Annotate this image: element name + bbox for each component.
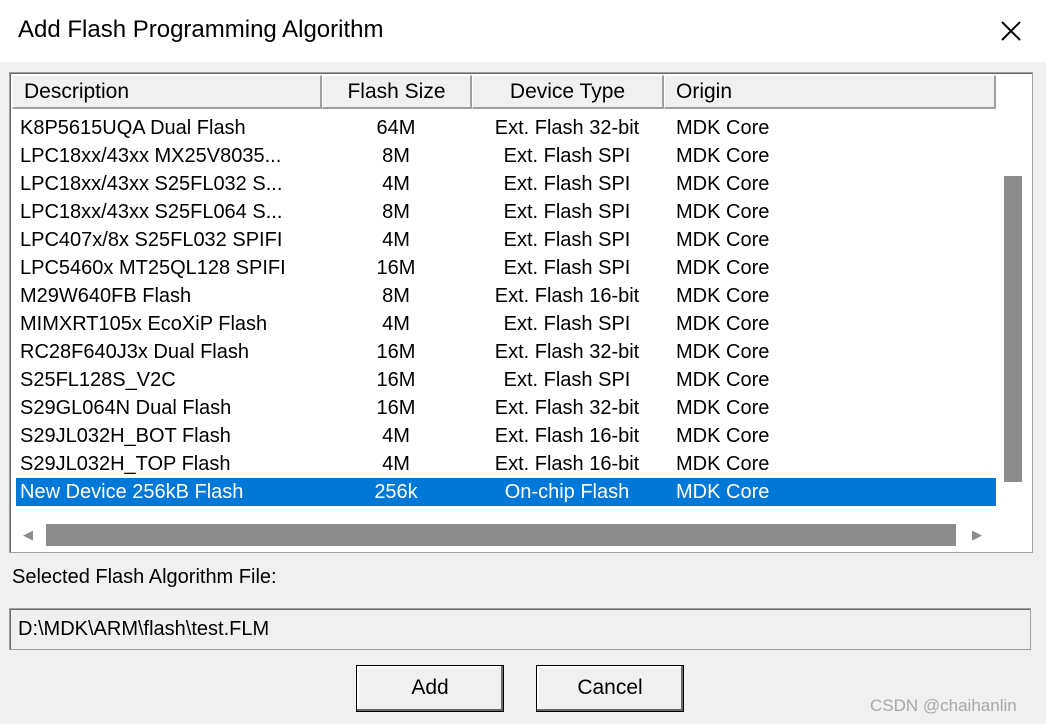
cancel-button[interactable]: Cancel: [536, 665, 684, 712]
row-origin: MDK Core: [676, 145, 770, 167]
row-flash-size: 4M: [382, 229, 410, 251]
row-device-type: Ext. Flash 16-bit: [494, 425, 640, 447]
row-description: K8P5615UQA Dual Flash: [20, 117, 246, 139]
row-description: S29JL032H_TOP Flash: [20, 453, 231, 475]
row-origin: MDK Core: [676, 425, 770, 447]
row-device-type: Ext. Flash 16-bit: [494, 453, 640, 475]
row-flash-size: 16M: [376, 257, 416, 279]
row-origin: MDK Core: [676, 369, 770, 391]
row-flash-size: 16M: [376, 397, 416, 419]
row-origin: MDK Core: [676, 117, 770, 139]
row-origin: MDK Core: [676, 201, 770, 223]
row-device-type: Ext. Flash 32-bit: [494, 341, 640, 363]
table-row[interactable]: New Device 256kB Flash 256k On-chip Flash M…: [16, 478, 996, 506]
table-row[interactable]: LPC18xx/43xx S25FL064 S... 8M Ext. Flash S…: [16, 198, 996, 226]
row-description: LPC407x/8x S25FL032 SPIFI: [20, 229, 283, 251]
column-header-flash-size[interactable]: Flash Size: [322, 75, 472, 109]
row-flash-size: 4M: [382, 425, 410, 447]
table-row[interactable]: S29GL064N Dual Flash 16M Ext. Flash 32-bit…: [16, 394, 996, 422]
table-row[interactable]: RC28F640J3x Dual Flash 16M Ext. Flash 32-b…: [16, 338, 996, 366]
row-device-type: Ext. Flash SPI: [503, 145, 631, 167]
selected-file-label: Selected Flash Algorithm File:: [12, 566, 277, 588]
row-flash-size: 16M: [376, 341, 416, 363]
table-row[interactable]: S29JL032H_TOP Flash 4M Ext. Flash 16-bit MD…: [16, 450, 996, 478]
watermark: CSDN @chaihanlin: [870, 696, 1017, 715]
row-origin: MDK Core: [676, 453, 770, 475]
row-flash-size: 8M: [382, 285, 410, 307]
row-origin: MDK Core: [676, 313, 770, 335]
row-flash-size: 64M: [376, 117, 416, 139]
row-origin: MDK Core: [676, 285, 770, 307]
close-button[interactable]: [988, 8, 1034, 54]
row-device-type: Ext. Flash SPI: [503, 369, 631, 391]
row-flash-size: 16M: [376, 369, 416, 391]
row-description: M29W640FB Flash: [20, 285, 192, 307]
row-origin: MDK Core: [676, 257, 770, 279]
scroll-left-arrow-icon[interactable]: ◀: [16, 524, 40, 546]
list-header: Description Flash Size Device Type Origi…: [12, 75, 996, 109]
row-description: RC28F640J3x Dual Flash: [20, 341, 249, 363]
row-description: S29JL032H_BOT Flash: [20, 425, 231, 447]
table-row[interactable]: S29JL032H_BOT Flash 4M Ext. Flash 16-bit MD…: [16, 422, 996, 450]
row-flash-size: 256k: [374, 481, 418, 503]
row-description: MIMXRT105x EcoXiP Flash: [20, 313, 268, 335]
row-description: LPC18xx/43xx S25FL032 S...: [20, 173, 283, 195]
row-origin: MDK Core: [676, 173, 770, 195]
window-title: Add Flash Programming Algorithm: [18, 16, 384, 43]
row-flash-size: 4M: [382, 313, 410, 335]
row-device-type: Ext. Flash SPI: [503, 173, 631, 195]
selected-file-field: D:\MDK\ARM\flash\test.FLM: [9, 608, 1031, 650]
row-device-type: Ext. Flash SPI: [503, 229, 631, 251]
row-device-type: Ext. Flash 32-bit: [494, 117, 640, 139]
row-origin: MDK Core: [676, 341, 770, 363]
row-flash-size: 8M: [382, 201, 410, 223]
table-row[interactable]: K8P5615UQA Dual Flash 64M Ext. Flash 32-bi…: [16, 114, 996, 142]
table-row[interactable]: LPC18xx/43xx MX25V8035... 8M Ext. Flash SP…: [16, 142, 996, 170]
column-header-device-type[interactable]: Device Type: [472, 75, 664, 109]
row-device-type: Ext. Flash SPI: [503, 257, 631, 279]
row-flash-size: 8M: [382, 145, 410, 167]
row-description: LPC18xx/43xx S25FL064 S...: [20, 201, 283, 223]
scroll-right-arrow-icon[interactable]: ▶: [965, 524, 989, 546]
column-header-description[interactable]: Description: [12, 75, 322, 109]
add-button[interactable]: Add: [356, 665, 504, 712]
table-row[interactable]: M29W640FB Flash 8M Ext. Flash 16-bit MDK Co…: [16, 282, 996, 310]
row-description: New Device 256kB Flash: [20, 481, 244, 503]
row-device-type: On-chip Flash: [504, 481, 630, 503]
table-row[interactable]: S25FL128S_V2C 16M Ext. Flash SPI MDK Core: [16, 366, 996, 394]
row-origin: MDK Core: [676, 229, 770, 251]
close-icon: [1001, 21, 1021, 41]
row-description: S25FL128S_V2C: [20, 369, 176, 391]
table-row[interactable]: LPC5460x MT25QL128 SPIFI 16M Ext. Flash SP…: [16, 254, 996, 282]
row-origin: MDK Core: [676, 481, 770, 503]
column-header-origin[interactable]: Origin: [664, 75, 996, 109]
row-device-type: Ext. Flash SPI: [503, 313, 631, 335]
row-flash-size: 4M: [382, 173, 410, 195]
horizontal-scroll-thumb[interactable]: [46, 524, 956, 546]
row-origin: MDK Core: [676, 397, 770, 419]
table-row[interactable]: LPC18xx/43xx S25FL032 S... 4M Ext. Flash S…: [16, 170, 996, 198]
row-device-type: Ext. Flash 32-bit: [494, 397, 640, 419]
row-device-type: Ext. Flash 16-bit: [494, 285, 640, 307]
row-flash-size: 4M: [382, 453, 410, 475]
row-description: S29GL064N Dual Flash: [20, 397, 232, 419]
table-row[interactable]: LPC407x/8x S25FL032 SPIFI 4M Ext. Flash SP…: [16, 226, 996, 254]
vertical-scroll-thumb[interactable]: [1004, 176, 1022, 482]
table-row[interactable]: MIMXRT105x EcoXiP Flash 4M Ext. Flash SPI M…: [16, 310, 996, 338]
row-description: LPC5460x MT25QL128 SPIFI: [20, 257, 286, 279]
row-device-type: Ext. Flash SPI: [503, 201, 631, 223]
title-bar: Add Flash Programming Algorithm: [0, 0, 1046, 62]
row-description: LPC18xx/43xx MX25V8035...: [20, 145, 282, 167]
